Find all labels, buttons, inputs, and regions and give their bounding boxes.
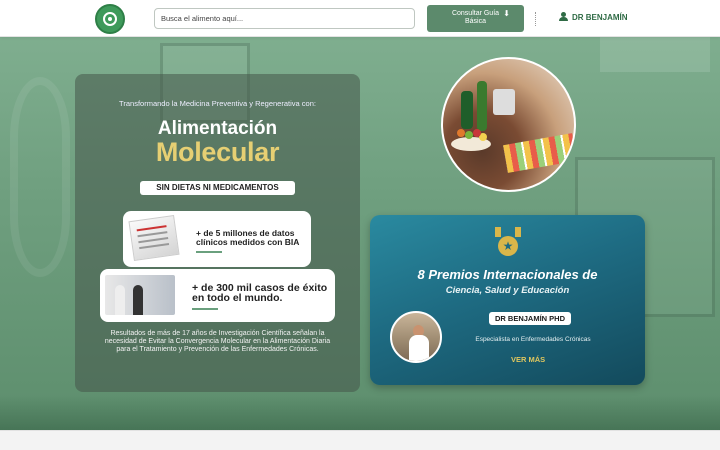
photo-chart-card xyxy=(503,133,574,173)
background-decor xyxy=(10,77,70,277)
stat-card-data-text: + de 5 millones de datos clínicos medido… xyxy=(196,228,300,247)
logo-dot xyxy=(108,17,112,21)
photo-plate xyxy=(451,137,491,151)
user-menu[interactable]: DR BENJAMÍN xyxy=(559,12,628,22)
stat-card-data: + de 5 millones de datos clínicos medido… xyxy=(123,211,311,267)
medal-star: ★ xyxy=(498,236,518,256)
intro-panel: Transformando la Medicina Preventiva y R… xyxy=(75,74,360,392)
background-window xyxy=(600,37,710,72)
search-input[interactable] xyxy=(154,8,415,29)
stat-card-cases: + de 300 mil casos de éxito en todo el m… xyxy=(100,269,335,322)
header-divider xyxy=(535,12,536,26)
user-name: DR BENJAMÍN xyxy=(572,13,628,22)
doctor-specialty: Especialista en Enfermedades Crónicas xyxy=(475,336,591,343)
download-icon: ⬇ xyxy=(503,9,510,18)
photo-vegetables xyxy=(457,129,465,137)
hero-badge: SIN DIETAS NI MEDICAMENTOS xyxy=(140,181,295,195)
clinic-photo xyxy=(105,275,175,315)
card-divider xyxy=(196,251,222,253)
awards-subtitle: Ciencia, Salud y Educación xyxy=(445,285,570,296)
hero-section: Transformando la Medicina Preventiva y R… xyxy=(0,37,720,430)
site-header: Consultar Guía Básica ⬇ DR BENJAMÍN xyxy=(0,0,720,37)
doctor-avatar xyxy=(390,311,442,363)
hero-tagline: Transformando la Medicina Preventiva y R… xyxy=(119,99,316,108)
logo-icon[interactable] xyxy=(95,4,125,34)
awards-title: 8 Premios Internacionales de xyxy=(417,267,598,282)
healthy-food-photo xyxy=(441,57,576,192)
see-more-link[interactable]: VER MÁS xyxy=(511,355,545,364)
hero-description: Resultados de más de 17 años de Investig… xyxy=(104,330,331,353)
avatar-coat xyxy=(409,335,429,361)
consult-guide-label-2: Básica xyxy=(464,18,486,25)
photo-jar xyxy=(493,89,515,115)
page-bottom-band xyxy=(0,430,720,450)
card-divider xyxy=(192,308,218,310)
photo-bottle xyxy=(477,81,487,131)
user-icon xyxy=(559,12,568,21)
hero-title-line2: Molecular xyxy=(155,137,280,167)
stat-card-cases-text: + de 300 mil casos de éxito en todo el m… xyxy=(192,282,328,304)
photo-bottle xyxy=(461,91,473,129)
doctor-name-badge: DR BENJAMÍN PHD xyxy=(489,312,572,325)
awards-card: ★ 8 Premios Internacionales de Ciencia, … xyxy=(370,215,645,385)
clinical-report-image xyxy=(128,214,180,262)
medal-icon: ★ xyxy=(493,227,523,259)
consult-guide-button[interactable]: Consultar Guía Básica ⬇ xyxy=(427,5,524,32)
background-floor xyxy=(0,395,720,430)
